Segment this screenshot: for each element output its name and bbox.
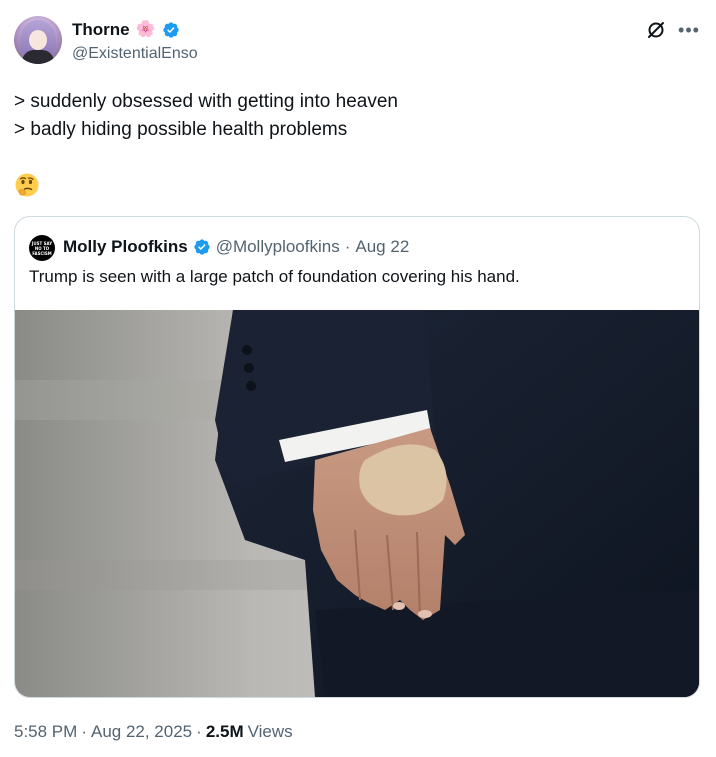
author-avatar[interactable] (14, 16, 62, 64)
separator-dot: · (81, 722, 87, 741)
author-name-text: Thorne (72, 20, 130, 39)
views-label: Views (247, 722, 293, 741)
quoted-tweet-text: Trump is seen with a large patch of foun… (29, 267, 520, 286)
more-options-icon[interactable]: ••• (676, 20, 702, 40)
tweet-line-1: > suddenly obsessed with getting into he… (14, 91, 398, 112)
author-handle[interactable]: @ExistentialEnso (72, 44, 198, 64)
quoted-tweet-photo[interactable] (15, 310, 699, 697)
avatar-body (22, 50, 54, 64)
avatar-face (29, 30, 47, 50)
tweet-meta: 5:58 PM · Aug 22, 2025 · 2.5M Views (14, 720, 293, 744)
quoted-tweet-header: Molly Ploofkins @Mollyploofkins · Aug 22 (63, 235, 409, 259)
cherry-blossom-icon: 🌸 (135, 21, 156, 38)
separator-dot: · (196, 722, 202, 741)
quoted-tweet-card[interactable]: JUST SAY NO TO FASCISM Molly Ploofkins @… (14, 216, 700, 698)
grok-icon[interactable] (646, 20, 666, 40)
views-count: 2.5M (205, 722, 244, 741)
quoted-author-avatar[interactable]: JUST SAY NO TO FASCISM (29, 235, 55, 261)
separator-dot: · (344, 237, 351, 256)
quoted-avatar-text: JUST SAY NO TO FASCISM (31, 240, 53, 256)
author-display-name[interactable]: Thorne 🌸 (72, 20, 180, 40)
tweet-line-2: > badly hiding possible health problems (14, 119, 348, 140)
tweet-time[interactable]: 5:58 PM (14, 720, 77, 744)
quoted-tweet-date[interactable]: Aug 22 (355, 235, 409, 259)
verified-badge-icon (194, 239, 210, 255)
verified-badge-icon (162, 22, 179, 38)
tweet-text: > suddenly obsessed with getting into he… (14, 88, 704, 144)
tweet-date[interactable]: Aug 22, 2025 (91, 720, 192, 744)
quoted-author-handle[interactable]: @Mollyploofkins (216, 235, 340, 259)
quoted-author-name[interactable]: Molly Ploofkins (63, 235, 188, 259)
thinking-face-icon (15, 173, 39, 197)
